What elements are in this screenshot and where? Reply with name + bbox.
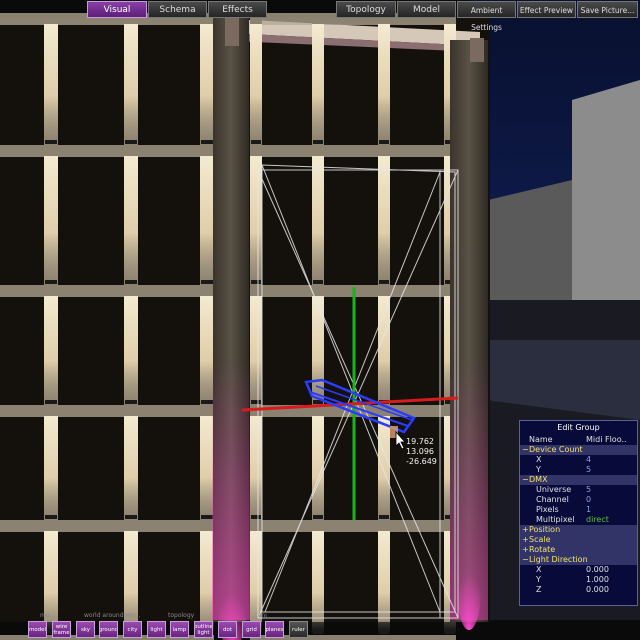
readout-y: 13.096 [406,447,434,456]
group-label-topology: topology [168,612,195,619]
toggle-ground-button[interactable]: ground [99,621,118,638]
tab-model[interactable]: Model [397,1,456,18]
property-row-dir-x[interactable]: X 0.000 [520,565,637,575]
readout-x: 19.762 [406,437,434,446]
coordinate-readout: 19.762 13.096 -26.649 [406,437,437,467]
toggle-lamp-button[interactable]: lamp [170,621,189,638]
toggle-model-button[interactable]: model [28,621,47,638]
group-label-ani: ...ani [252,612,267,619]
property-row-dir-z[interactable]: Z 0.000 [520,585,637,595]
readout-z: -26.649 [406,457,437,466]
category-scale[interactable]: + Scale [520,535,637,545]
save-picture-button[interactable]: Save Picture... [577,1,638,18]
name-header: Name [529,435,553,444]
channel-value[interactable]: 0 [586,495,638,505]
category-dmx[interactable]: − DMX [520,475,637,485]
panel-title: Edit Group [557,423,600,432]
multipixel-value[interactable]: direct [586,515,638,525]
collapse-icon[interactable]: − [522,445,529,455]
edit-group-panel: Edit Group Name Midi Floo.. − Device Cou… [519,420,638,606]
category-rotate[interactable]: + Rotate [520,545,637,555]
expand-icon[interactable]: + [522,535,529,545]
visualizer-window: Visual Schema Effects Topology Model Amb… [0,0,640,640]
group-name-value[interactable]: Midi Floo.. [586,435,638,445]
tab-visual[interactable]: Visual [87,1,147,18]
toggle-grid-button[interactable]: grid [242,621,261,638]
category-device-count[interactable]: − Device Count [520,445,637,455]
light-direction-x-value[interactable]: 0.000 [586,565,638,575]
pixels-value[interactable]: 1 [586,505,638,515]
property-row-dir-y[interactable]: Y 1.000 [520,575,637,585]
toggle-outline-light-button[interactable]: outline light [194,621,213,638]
toggle-planes-button[interactable]: planes [265,621,284,638]
toggle-ruler-button[interactable]: ruler [289,621,308,638]
property-row-universe[interactable]: Universe 5 [520,485,637,495]
property-row-device-x[interactable]: X 4 [520,455,637,465]
tab-effects[interactable]: Effects [208,1,267,18]
expand-icon[interactable]: + [522,525,529,535]
toggle-city-button[interactable]: city [123,621,142,638]
device-count-x-value[interactable]: 4 [586,455,638,465]
property-row-device-y[interactable]: Y 5 [520,465,637,475]
property-row-channel[interactable]: Channel 0 [520,495,637,505]
universe-value[interactable]: 5 [586,485,638,495]
light-direction-z-value[interactable]: 0.000 [586,585,638,595]
toggle-sky-button[interactable]: sky [76,621,95,638]
collapse-icon[interactable]: − [522,475,529,485]
tab-topology[interactable]: Topology [336,1,396,18]
group-label-world: world around mo... [84,612,141,619]
group-label-model: mo... [40,612,56,619]
collapse-icon[interactable]: − [522,555,529,565]
tab-schema[interactable]: Schema [148,1,207,18]
property-row-pixels[interactable]: Pixels 1 [520,505,637,515]
toggle-light-button[interactable]: light [147,621,166,638]
light-direction-y-value[interactable]: 1.000 [586,575,638,585]
category-light-direction[interactable]: − Light Direction [520,555,637,565]
device-count-y-value[interactable]: 5 [586,465,638,475]
toggle-wireframe-button[interactable]: wire frame [52,621,71,638]
effect-preview-button[interactable]: Effect Preview [517,1,576,18]
category-position[interactable]: + Position [520,525,637,535]
property-row-name: Name Midi Floo.. [520,435,637,445]
property-row-multipixel[interactable]: Multipixel direct [520,515,637,525]
toggle-dot-button[interactable]: dot [218,621,237,638]
ambient-settings-button[interactable]: Ambient Settings [457,1,516,32]
expand-icon[interactable]: + [522,545,529,555]
